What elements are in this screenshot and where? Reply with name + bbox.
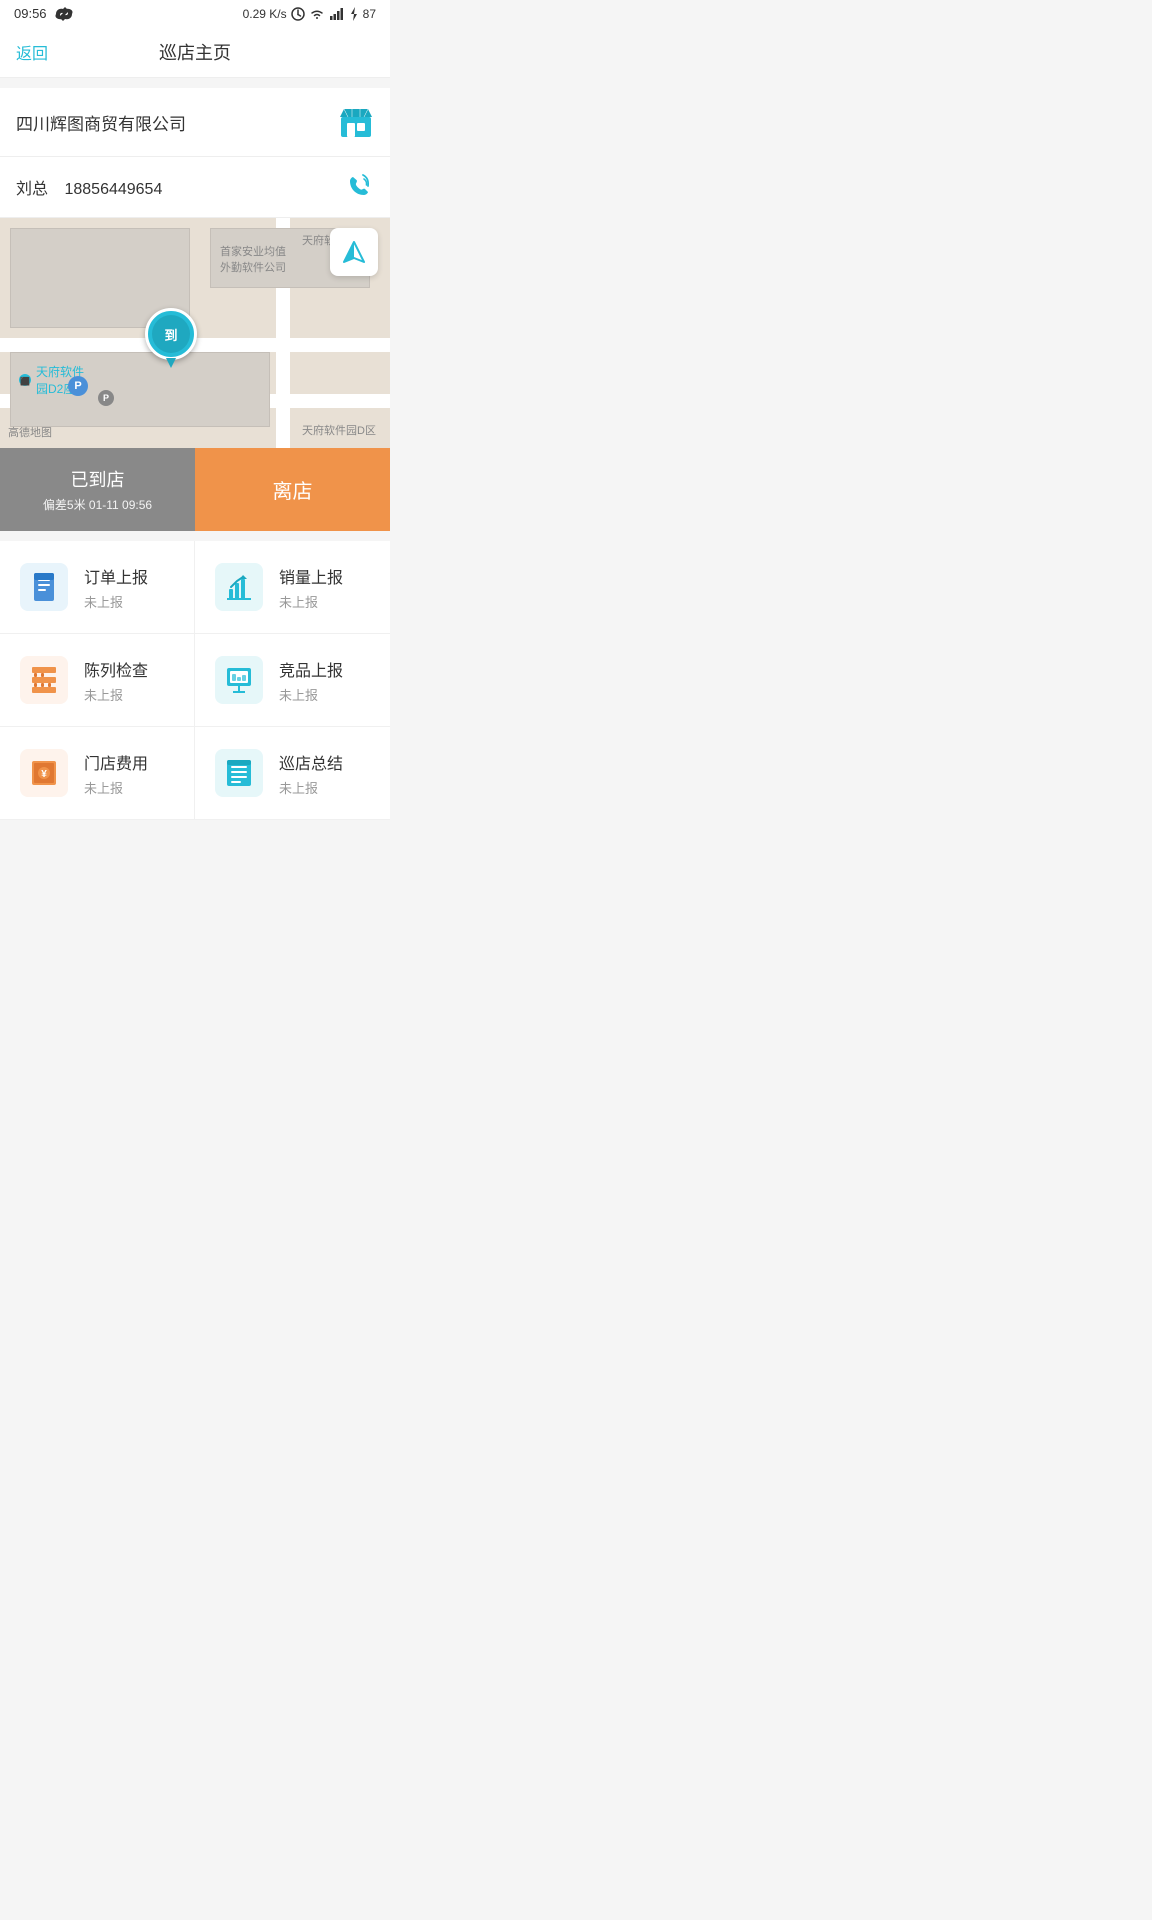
pin-circle: 到 [145, 308, 197, 360]
menu-item-competitor-report[interactable]: 竞品上报 未上报 [195, 634, 390, 727]
loop-icon [53, 7, 75, 21]
battery-level: 87 [363, 7, 376, 21]
arrived-subtitle: 偏差5米 01-11 09:56 [43, 496, 152, 513]
parking-badge2: P [98, 390, 114, 406]
contact-info: 刘总 18856449654 [16, 175, 162, 199]
charging-icon [349, 7, 359, 21]
menu-item-order-report[interactable]: 订单上报 未上报 [0, 541, 195, 634]
tour-summary-icon-wrap [215, 749, 263, 797]
shop-icon [338, 104, 374, 140]
arrived-button[interactable]: 已到店 偏差5米 01-11 09:56 [0, 448, 195, 531]
contact-phone: 18856449654 [64, 181, 162, 198]
map-brand: 高德地图 [8, 424, 52, 440]
svg-text:¥: ¥ [41, 769, 47, 780]
sales-report-icon-wrap [215, 563, 263, 611]
back-button[interactable]: 返回 [16, 40, 48, 64]
navigate-button[interactable] [330, 228, 378, 276]
company-name: 四川辉图商贸有限公司 [16, 110, 186, 135]
label-softparkd-bottom: 天府软件园D区 [302, 422, 376, 438]
competitor-report-icon-wrap [215, 656, 263, 704]
status-left: 09:56 [14, 6, 75, 21]
menu-item-store-cost[interactable]: ¥ 门店费用 未上报 [0, 727, 195, 820]
arrived-title: 已到店 [71, 466, 125, 492]
signal-icon [329, 8, 345, 20]
parking-badge: P [68, 376, 88, 396]
contact-name: 刘总 [16, 181, 48, 198]
company-card: 四川辉图商贸有限公司 [0, 88, 390, 157]
sales-report-text: 销量上报 未上报 [279, 564, 343, 611]
order-report-sub: 未上报 [84, 592, 148, 611]
sales-report-sub: 未上报 [279, 592, 343, 611]
order-report-icon-wrap [20, 563, 68, 611]
store-cost-icon-wrap: ¥ [20, 749, 68, 797]
leave-button[interactable]: 离店 [195, 448, 390, 531]
leave-label: 离店 [273, 475, 313, 504]
competitor-report-label: 竞品上报 [279, 657, 343, 681]
menu-grid: 订单上报 未上报 销量上报 未上报 [0, 541, 390, 820]
sales-report-label: 销量上报 [279, 564, 343, 588]
pin-tail [166, 358, 176, 368]
svg-text:⬛: ⬛ [20, 376, 30, 386]
display-check-icon-wrap [20, 656, 68, 704]
action-row: 已到店 偏差5米 01-11 09:56 离店 [0, 448, 390, 531]
wifi-icon [309, 8, 325, 20]
store-cost-label: 门店费用 [84, 750, 148, 774]
network-speed: 0.29 K/s [243, 7, 287, 21]
map-container: 天府软件园D区 ⬛ 天府软件园D2座 首家安业均值外勤软件公司 天府软件园D区 … [0, 218, 390, 448]
status-bar: 09:56 0.29 K/s 87 [0, 0, 390, 27]
menu-item-display-check[interactable]: 陈列检查 未上报 [0, 634, 195, 727]
document-icon [28, 571, 60, 603]
chart-icon [223, 571, 255, 603]
store-cost-sub: 未上报 [84, 778, 148, 797]
menu-item-tour-summary[interactable]: 巡店总结 未上报 [195, 727, 390, 820]
map-background: 天府软件园D区 ⬛ 天府软件园D2座 首家安业均值外勤软件公司 天府软件园D区 … [0, 218, 390, 448]
status-right: 0.29 K/s 87 [243, 7, 376, 21]
status-time: 09:56 [14, 6, 47, 21]
navigate-icon [340, 238, 368, 266]
page-title: 巡店主页 [159, 39, 231, 65]
money-icon: ¥ [28, 757, 60, 789]
clock-icon [291, 7, 305, 21]
nav-bar: 返回 巡店主页 [0, 27, 390, 78]
store-cost-text: 门店费用 未上报 [84, 750, 148, 797]
order-report-text: 订单上报 未上报 [84, 564, 148, 611]
tour-summary-label: 巡店总结 [279, 750, 343, 774]
competitor-report-text: 竞品上报 未上报 [279, 657, 343, 704]
tour-summary-sub: 未上报 [279, 778, 343, 797]
contact-row: 刘总 18856449654 [0, 157, 390, 218]
shelves-icon [28, 664, 60, 696]
location-pin: 到 [145, 308, 197, 368]
menu-item-sales-report[interactable]: 销量上报 未上报 [195, 541, 390, 634]
call-button[interactable] [342, 171, 374, 203]
competitor-report-sub: 未上报 [279, 685, 343, 704]
list-icon [223, 757, 255, 789]
presentation-icon [223, 664, 255, 696]
pin-inner: 到 [152, 315, 190, 353]
display-check-text: 陈列检查 未上报 [84, 657, 148, 704]
tour-summary-text: 巡店总结 未上报 [279, 750, 343, 797]
order-report-label: 订单上报 [84, 564, 148, 588]
display-check-label: 陈列检查 [84, 657, 148, 681]
display-check-sub: 未上报 [84, 685, 148, 704]
label-building-text: 首家安业均值外勤软件公司 [220, 243, 286, 275]
